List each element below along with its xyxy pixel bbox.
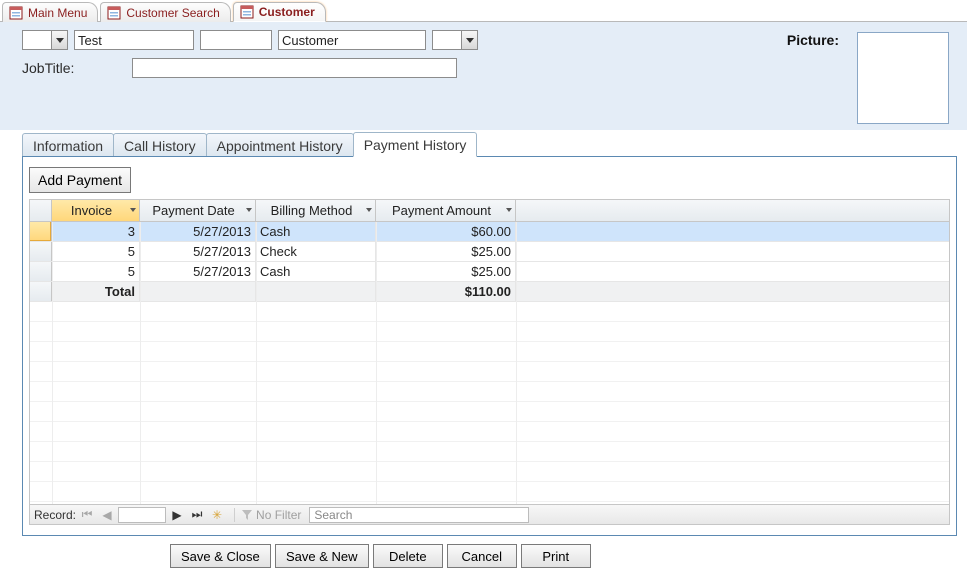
table-row[interactable]: 55/27/2013Check$25.00 xyxy=(30,242,949,262)
cell[interactable]: 5/27/2013 xyxy=(140,242,256,261)
cell[interactable] xyxy=(140,282,256,301)
payment-history-panel: Add Payment Invoice Payment Date Billing… xyxy=(22,156,957,536)
cell[interactable]: 5/27/2013 xyxy=(140,262,256,281)
grid-header-row: Invoice Payment Date Billing Method Paym… xyxy=(30,200,949,222)
empty-row xyxy=(30,322,949,342)
first-name-value: Test xyxy=(78,33,102,48)
add-payment-button[interactable]: Add Payment xyxy=(29,167,131,193)
nav-last-button[interactable]: ⏭ xyxy=(188,507,206,523)
nav-first-button[interactable]: ⏮ xyxy=(78,507,96,523)
grid-body: 35/27/2013Cash$60.0055/27/2013Check$25.0… xyxy=(30,222,949,524)
form-icon xyxy=(9,6,23,20)
save-new-button[interactable]: Save & New xyxy=(275,544,369,568)
cell[interactable]: Total xyxy=(52,282,140,301)
form-icon xyxy=(240,5,254,19)
detail-tabs: Information Call History Appointment His… xyxy=(22,130,957,156)
row-selector xyxy=(30,282,52,301)
suffix-combo[interactable] xyxy=(432,30,478,50)
empty-row xyxy=(30,382,949,402)
table-row[interactable]: 35/27/2013Cash$60.00 xyxy=(30,222,949,242)
empty-row xyxy=(30,342,949,362)
row-selector[interactable] xyxy=(30,222,52,241)
cell[interactable]: 5/27/2013 xyxy=(140,222,256,241)
table-row[interactable]: 55/27/2013Cash$25.00 xyxy=(30,262,949,282)
dropdown-icon[interactable] xyxy=(461,31,477,49)
empty-row xyxy=(30,362,949,382)
nav-next-button[interactable]: ▶ xyxy=(168,507,186,523)
doc-tab-main-menu[interactable]: Main Menu xyxy=(2,2,98,22)
cell[interactable]: $60.00 xyxy=(376,222,516,241)
last-name-value: Customer xyxy=(282,33,338,48)
empty-row xyxy=(30,482,949,502)
last-name-input[interactable]: Customer xyxy=(278,30,426,50)
cell[interactable]: 5 xyxy=(52,262,140,281)
cell[interactable]: 5 xyxy=(52,242,140,261)
cell[interactable]: Check xyxy=(256,242,376,261)
chevron-down-icon xyxy=(366,208,372,212)
empty-row xyxy=(30,462,949,482)
cell[interactable]: Cash xyxy=(256,262,376,281)
cancel-button[interactable]: Cancel xyxy=(447,544,517,568)
nav-new-button[interactable]: ✳ xyxy=(208,507,226,523)
print-button[interactable]: Print xyxy=(521,544,591,568)
dropdown-icon[interactable] xyxy=(51,31,67,49)
tab-call-history[interactable]: Call History xyxy=(113,133,207,157)
middle-input[interactable] xyxy=(200,30,272,50)
cell[interactable]: $25.00 xyxy=(376,262,516,281)
doc-tab-label: Customer xyxy=(259,5,315,19)
cell[interactable]: Cash xyxy=(256,222,376,241)
detail-tabs-section: Information Call History Appointment His… xyxy=(22,130,957,536)
nav-search-input[interactable]: Search xyxy=(309,507,529,523)
cell[interactable] xyxy=(256,282,376,301)
cell[interactable]: $25.00 xyxy=(376,242,516,261)
doc-tab-label: Main Menu xyxy=(28,6,87,20)
cell[interactable]: 3 xyxy=(52,222,140,241)
empty-row xyxy=(30,442,949,462)
doc-tab-customer-search[interactable]: Customer Search xyxy=(100,2,230,22)
job-title-label: JobTitle: xyxy=(22,60,74,76)
document-tabs: Main Menu Customer Search Customer xyxy=(0,0,967,22)
picture-block: Picture: xyxy=(787,32,949,124)
first-name-input[interactable]: Test xyxy=(74,30,194,50)
chevron-down-icon xyxy=(130,208,136,212)
col-billing-method[interactable]: Billing Method xyxy=(256,200,376,221)
tab-information[interactable]: Information xyxy=(22,133,114,157)
col-payment-date[interactable]: Payment Date xyxy=(140,200,256,221)
row-selector[interactable] xyxy=(30,262,52,281)
empty-row xyxy=(30,422,949,442)
save-close-button[interactable]: Save & Close xyxy=(170,544,271,568)
col-payment-amount[interactable]: Payment Amount xyxy=(376,200,516,221)
filter-indicator[interactable]: No Filter xyxy=(234,508,301,522)
tab-payment-history[interactable]: Payment History xyxy=(353,132,478,157)
customer-header-form: Test Customer JobTitle: Picture: xyxy=(0,22,967,130)
form-action-buttons: Save & Close Save & New Delete Cancel Pr… xyxy=(170,544,967,568)
nav-prev-button[interactable]: ◀ xyxy=(98,507,116,523)
job-title-input[interactable] xyxy=(132,58,457,78)
delete-button[interactable]: Delete xyxy=(373,544,443,568)
form-icon xyxy=(107,6,121,20)
col-invoice[interactable]: Invoice xyxy=(52,200,140,221)
empty-row xyxy=(30,302,949,322)
chevron-down-icon xyxy=(506,208,512,212)
record-navigator: Record: ⏮ ◀ ▶ ⏭ ✳ No Filter Search xyxy=(30,504,949,524)
doc-tab-customer[interactable]: Customer xyxy=(233,2,326,22)
empty-row xyxy=(30,402,949,422)
doc-tab-label: Customer Search xyxy=(126,6,219,20)
tab-appointment-history[interactable]: Appointment History xyxy=(206,133,354,157)
record-label: Record: xyxy=(34,508,76,522)
chevron-down-icon xyxy=(246,208,252,212)
picture-label: Picture: xyxy=(787,32,839,48)
cell[interactable]: $110.00 xyxy=(376,282,516,301)
payment-grid: Invoice Payment Date Billing Method Paym… xyxy=(29,199,950,525)
record-number-input[interactable] xyxy=(118,507,166,523)
row-selector[interactable] xyxy=(30,242,52,261)
funnel-icon xyxy=(241,509,253,521)
picture-placeholder[interactable] xyxy=(857,32,949,124)
select-all-handle[interactable] xyxy=(30,200,52,221)
title-combo[interactable] xyxy=(22,30,68,50)
total-row: Total $110.00 xyxy=(30,282,949,302)
